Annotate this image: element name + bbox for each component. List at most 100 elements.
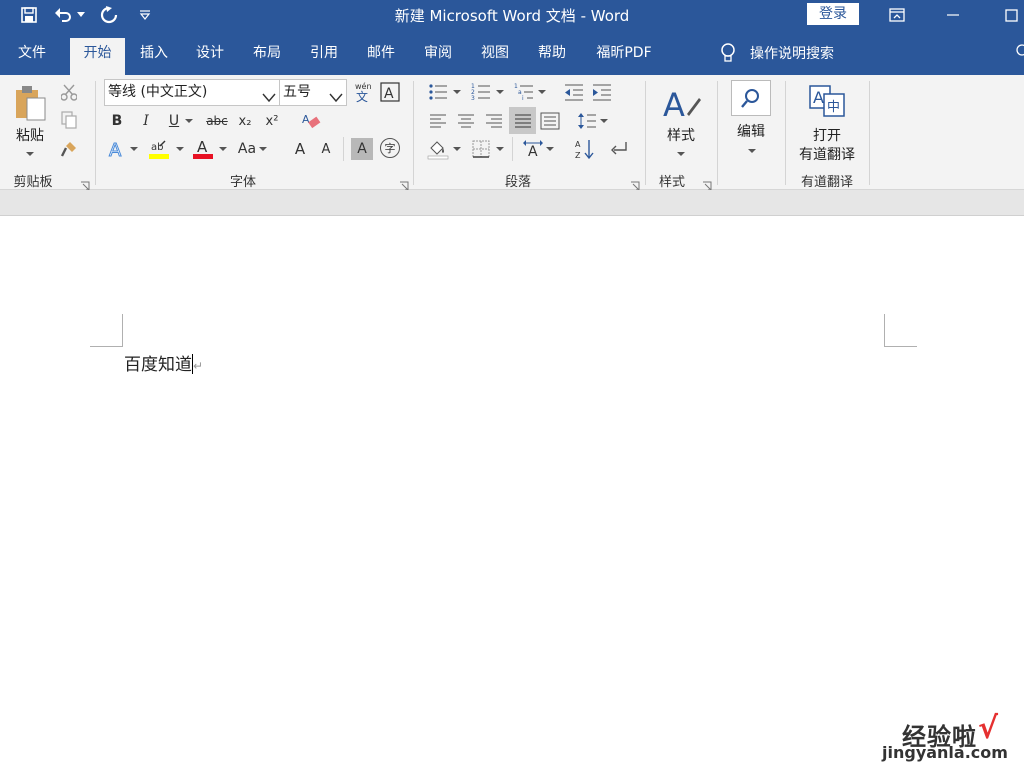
font-launcher-icon[interactable] bbox=[399, 176, 409, 191]
paste-dropdown-icon[interactable] bbox=[26, 143, 34, 165]
svg-text:A: A bbox=[109, 140, 122, 159]
shading-dropdown-icon[interactable] bbox=[453, 138, 461, 160]
document-body[interactable]: 百度知道↵ bbox=[124, 350, 203, 375]
numbering-dropdown-icon[interactable] bbox=[496, 81, 504, 103]
line-spacing-icon[interactable] bbox=[576, 110, 598, 132]
styles-icon[interactable]: A bbox=[660, 83, 702, 125]
borders-icon[interactable] bbox=[470, 138, 492, 160]
decrease-indent-icon[interactable] bbox=[563, 81, 585, 103]
tab-references[interactable]: 引用 bbox=[298, 38, 350, 75]
show-formatting-marks-icon[interactable] bbox=[609, 138, 631, 160]
tab-design[interactable]: 设计 bbox=[184, 38, 236, 75]
clipboard-launcher-icon[interactable] bbox=[80, 176, 90, 191]
grow-font-button[interactable]: A bbox=[289, 138, 311, 160]
youdao-translate-icon[interactable]: A中 bbox=[808, 83, 846, 119]
tab-help[interactable]: 帮助 bbox=[526, 38, 578, 75]
change-case-dropdown-icon[interactable] bbox=[259, 138, 267, 160]
text-effects-dropdown-icon[interactable] bbox=[130, 138, 138, 160]
format-painter-icon[interactable] bbox=[58, 138, 80, 160]
paste-label[interactable]: 粘贴 bbox=[10, 125, 50, 145]
align-right-icon[interactable] bbox=[483, 110, 505, 132]
minimize-button[interactable] bbox=[930, 0, 976, 30]
tab-file[interactable]: 文件 bbox=[4, 38, 60, 75]
separator bbox=[785, 81, 786, 185]
editing-label[interactable]: 编辑 bbox=[731, 121, 771, 141]
numbering-icon[interactable]: 123 bbox=[470, 81, 492, 103]
tab-layout[interactable]: 布局 bbox=[241, 38, 293, 75]
tab-view[interactable]: 视图 bbox=[469, 38, 521, 75]
character-border-icon[interactable]: A bbox=[379, 81, 401, 103]
multilevel-dropdown-icon[interactable] bbox=[538, 81, 546, 103]
login-button[interactable]: 登录 bbox=[807, 3, 859, 25]
svg-text:A: A bbox=[813, 88, 824, 107]
svg-text:Z: Z bbox=[575, 151, 581, 160]
bold-button[interactable]: B bbox=[106, 110, 128, 132]
sort-icon[interactable]: AZ bbox=[574, 138, 596, 160]
justify-icon[interactable] bbox=[509, 107, 536, 134]
italic-button[interactable]: I bbox=[135, 110, 157, 132]
styles-launcher-icon[interactable] bbox=[702, 176, 712, 191]
youdao-group-label: 有道翻译 bbox=[800, 175, 853, 190]
separator bbox=[413, 81, 414, 185]
clear-formatting-icon[interactable]: A bbox=[300, 110, 322, 132]
tell-me-search[interactable]: 操作说明搜索 bbox=[720, 38, 834, 68]
ribbon-display-options-icon[interactable] bbox=[874, 0, 920, 30]
shading-icon[interactable] bbox=[427, 138, 449, 160]
underline-dropdown-icon[interactable] bbox=[185, 110, 193, 132]
bullets-dropdown-icon[interactable] bbox=[453, 81, 461, 103]
styles-dropdown-icon[interactable] bbox=[677, 143, 685, 165]
paragraph-launcher-icon[interactable] bbox=[630, 176, 640, 191]
change-case-button[interactable]: Aa bbox=[236, 138, 258, 160]
character-scaling-dropdown-icon[interactable] bbox=[546, 138, 554, 160]
font-size-combo[interactable]: 五号 bbox=[279, 79, 347, 106]
strikethrough-button[interactable]: abc bbox=[204, 110, 230, 132]
svg-text:A: A bbox=[197, 138, 208, 156]
tab-foxit-pdf[interactable]: 福昕PDF bbox=[585, 38, 663, 75]
styles-label[interactable]: 样式 bbox=[660, 125, 702, 145]
cut-icon[interactable] bbox=[58, 81, 80, 103]
character-shading-button[interactable]: A bbox=[351, 138, 373, 160]
ribbon-home: 粘贴 剪贴板 等线 (中文正文) 五号 wén 文 A B I U abc x₂ … bbox=[0, 75, 1024, 191]
line-spacing-dropdown-icon[interactable] bbox=[600, 110, 608, 132]
bullets-icon[interactable] bbox=[427, 81, 449, 103]
tab-review[interactable]: 审阅 bbox=[412, 38, 464, 75]
highlight-color-icon[interactable]: ab bbox=[148, 138, 170, 160]
multilevel-list-icon[interactable]: 1ai bbox=[513, 81, 535, 103]
document-canvas[interactable]: 百度知道↵ bbox=[0, 216, 1024, 768]
separator bbox=[717, 81, 718, 185]
increase-indent-icon[interactable] bbox=[591, 81, 613, 103]
maximize-button[interactable] bbox=[988, 0, 1024, 30]
underline-button[interactable]: U bbox=[163, 110, 185, 132]
enclose-characters-button[interactable]: 字 bbox=[380, 138, 400, 158]
superscript-button[interactable]: x² bbox=[261, 110, 283, 132]
tab-mailings[interactable]: 邮件 bbox=[355, 38, 407, 75]
subscript-button[interactable]: x₂ bbox=[234, 110, 256, 132]
character-scaling-icon[interactable]: A bbox=[522, 138, 544, 160]
font-name-combo[interactable]: 等线 (中文正文) bbox=[104, 79, 280, 106]
tab-insert[interactable]: 插入 bbox=[128, 38, 180, 75]
separator bbox=[95, 81, 96, 185]
clipboard-group-label: 剪贴板 bbox=[13, 175, 53, 190]
borders-dropdown-icon[interactable] bbox=[496, 138, 504, 160]
distributed-icon[interactable] bbox=[539, 110, 561, 132]
font-size-value: 五号 bbox=[283, 84, 311, 100]
youdao-label-line2[interactable]: 有道翻译 bbox=[790, 144, 864, 164]
align-center-icon[interactable] bbox=[455, 110, 477, 132]
shrink-font-button[interactable]: A bbox=[315, 138, 337, 160]
tab-home[interactable]: 开始 bbox=[70, 38, 125, 75]
separator bbox=[512, 137, 513, 161]
svg-text:A: A bbox=[575, 140, 581, 149]
paste-icon[interactable] bbox=[12, 83, 48, 123]
text-effects-icon[interactable]: A bbox=[106, 138, 128, 160]
font-color-icon[interactable]: A bbox=[192, 138, 214, 160]
youdao-label-line1[interactable]: 打开 bbox=[790, 125, 864, 145]
svg-text:A: A bbox=[528, 144, 538, 159]
find-icon[interactable] bbox=[731, 80, 771, 116]
svg-text:中: 中 bbox=[827, 100, 840, 115]
editing-dropdown-icon[interactable] bbox=[748, 140, 756, 162]
copy-icon[interactable] bbox=[58, 109, 80, 131]
align-left-icon[interactable] bbox=[427, 110, 449, 132]
highlight-dropdown-icon[interactable] bbox=[176, 138, 184, 160]
phonetic-guide-icon[interactable]: wén 文 bbox=[352, 81, 374, 103]
font-color-dropdown-icon[interactable] bbox=[219, 138, 227, 160]
